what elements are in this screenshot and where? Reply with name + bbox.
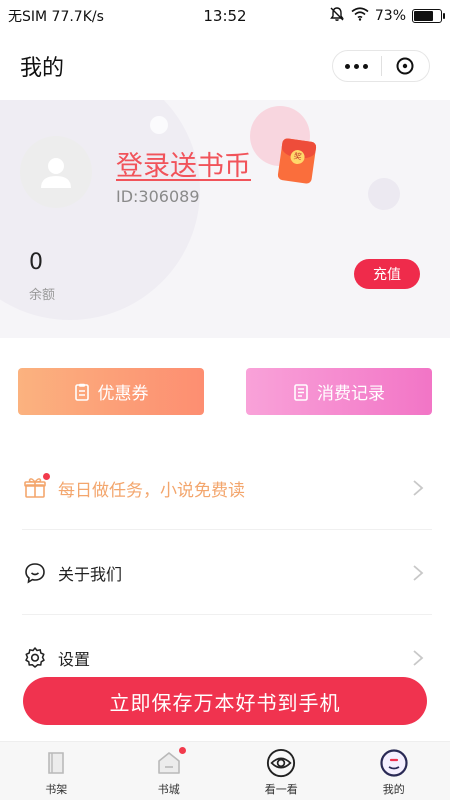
- consumption-records-button[interactable]: 消费记录: [246, 368, 432, 415]
- close-button[interactable]: [382, 51, 430, 81]
- balance-value: 0: [29, 250, 43, 275]
- bell-muted-icon: [329, 6, 345, 26]
- tab-mine[interactable]: 我的: [338, 742, 450, 800]
- records-doc-icon: [294, 383, 308, 401]
- coupon-button[interactable]: 优惠券: [18, 368, 204, 415]
- records-label: 消费记录: [317, 384, 385, 404]
- carrier-speed: 无SIM 77.7K/s: [8, 9, 104, 25]
- notification-dot: [178, 747, 186, 754]
- more-dots-icon: [345, 63, 369, 69]
- house-icon: [154, 747, 186, 778]
- default-user-icon: [41, 158, 71, 188]
- bookshelf-icon: [41, 748, 71, 778]
- settings-label: 设置: [58, 650, 91, 669]
- coupon-label: 优惠券: [97, 384, 149, 404]
- tab-label: 书架: [45, 783, 68, 796]
- tab-label: 看一看: [264, 783, 298, 796]
- tab-bar: 书架 书城 看一看 我的: [0, 741, 450, 800]
- tab-bookstore[interactable]: 书城: [113, 742, 226, 800]
- title-bar: 我的: [0, 32, 450, 100]
- status-icons: 73%: [329, 6, 445, 26]
- decor-bubble: [368, 178, 400, 210]
- chevron-right-icon: [413, 650, 424, 666]
- status-bar: 无SIM 77.7K/s 13:52 73%: [0, 0, 450, 32]
- chevron-right-icon: [413, 565, 424, 581]
- close-circle-icon: [396, 57, 414, 75]
- tab-watch[interactable]: 看一看: [225, 742, 338, 800]
- balance-label: 余额: [29, 288, 56, 303]
- menu-item-daily-task[interactable]: 每日做任务，小说免费读: [0, 445, 450, 531]
- recharge-button[interactable]: 充值: [354, 259, 420, 289]
- page-title: 我的: [20, 56, 65, 81]
- notification-dot: [43, 473, 50, 480]
- more-button[interactable]: [333, 51, 381, 81]
- eye-icon: [266, 748, 296, 778]
- tab-label: 书城: [157, 783, 180, 796]
- menu-item-about-us[interactable]: 关于我们: [0, 530, 450, 616]
- chevron-right-icon: [413, 480, 424, 496]
- gear-icon: [22, 645, 48, 671]
- tab-label: 我的: [382, 783, 405, 796]
- daily-task-label: 每日做任务，小说免费读: [58, 480, 245, 501]
- battery-icon: [412, 9, 445, 23]
- save-to-phone-button[interactable]: 立即保存万本好书到手机: [23, 677, 427, 725]
- profile-card: 登录送书币 奖 ID:306089 0 余额 充值: [0, 100, 450, 338]
- coupon-doc-icon: [74, 383, 89, 401]
- decor-bubble: [150, 116, 168, 134]
- tab-bookshelf[interactable]: 书架: [0, 742, 113, 800]
- login-reward-link[interactable]: 登录送书币: [116, 144, 251, 183]
- user-id: ID:306089: [116, 187, 200, 206]
- gift-icon: [22, 473, 50, 501]
- battery-percent: 73%: [374, 8, 406, 24]
- profile-active-icon: [379, 748, 409, 778]
- chat-smile-icon: [22, 560, 48, 586]
- wifi-icon: [351, 7, 369, 25]
- avatar[interactable]: [20, 136, 92, 208]
- red-packet-icon: 奖: [277, 137, 317, 185]
- mini-program-capsule: [332, 50, 430, 82]
- about-us-label: 关于我们: [58, 565, 123, 584]
